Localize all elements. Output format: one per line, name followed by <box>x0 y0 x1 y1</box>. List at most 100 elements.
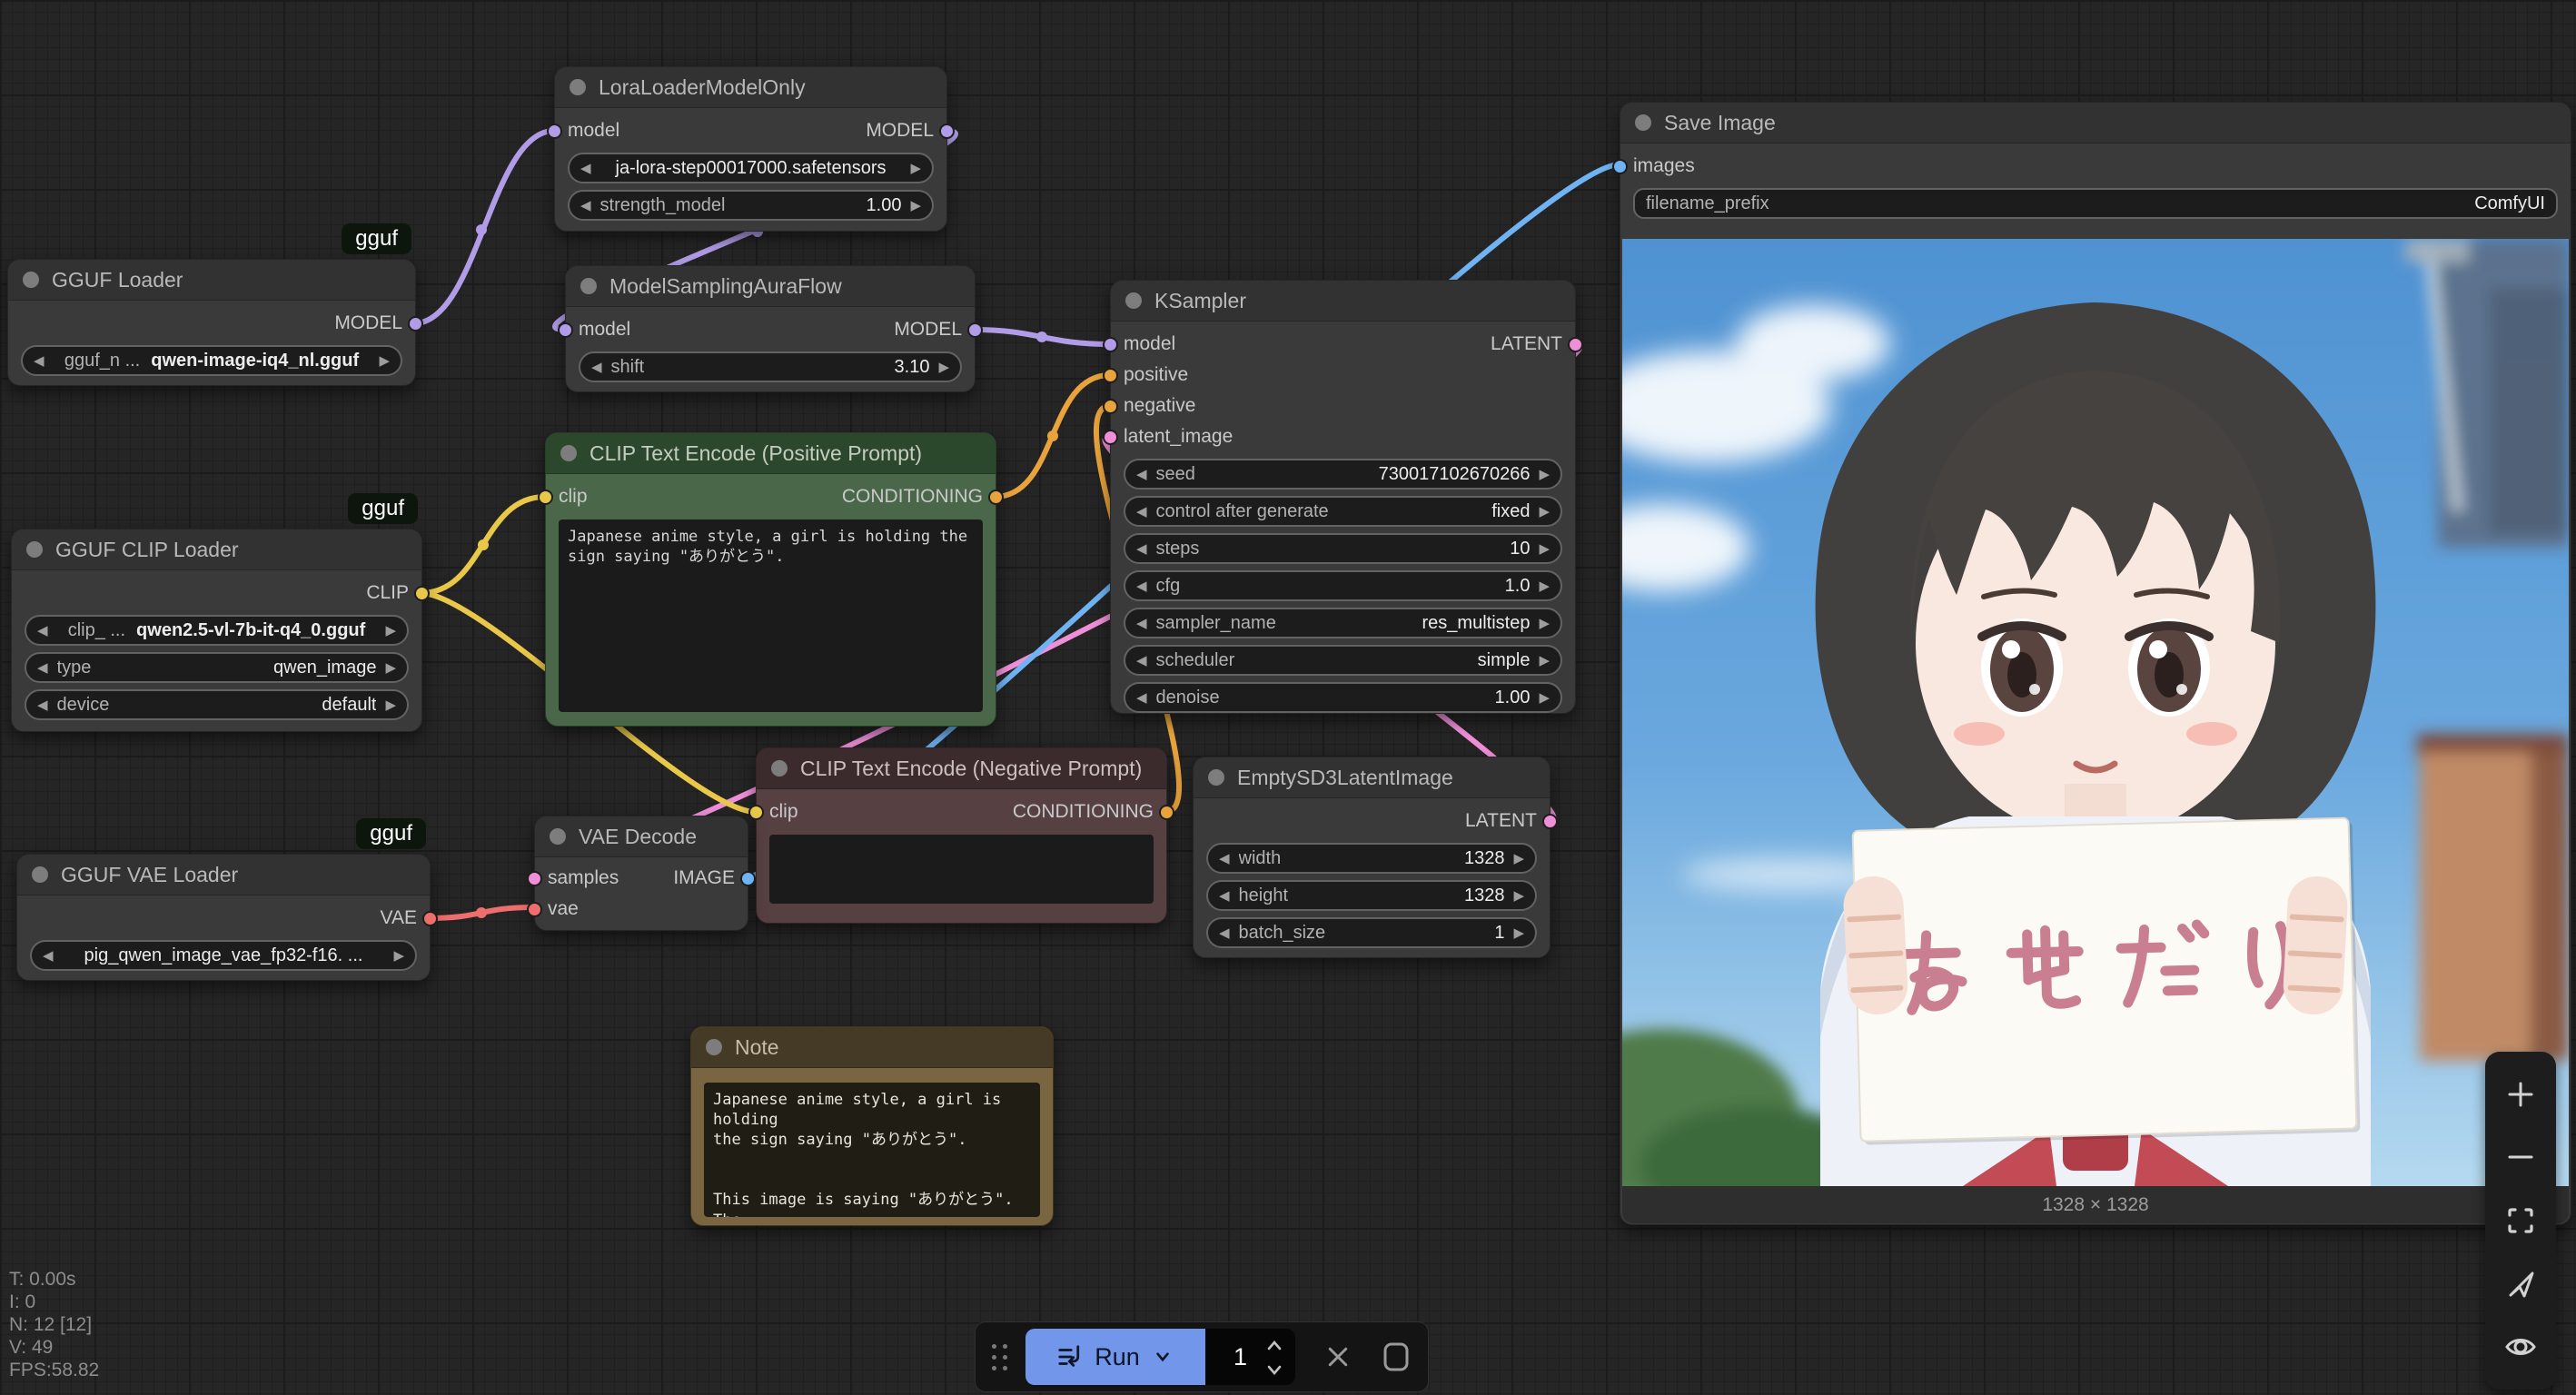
vae-input-port[interactable] <box>527 902 542 917</box>
node-gguf-vae-loader[interactable]: gguf GGUF VAE Loader VAE ◀ pig_qwen_imag… <box>16 854 431 981</box>
seed-widget[interactable]: ◀ seed730017102670266 ▶ <box>1124 459 1562 490</box>
widget-right-arrow[interactable]: ▶ <box>393 949 404 963</box>
node-header[interactable]: Save Image <box>1620 103 2571 143</box>
widget-left-arrow[interactable]: ◀ <box>37 661 48 675</box>
widget-left-arrow[interactable]: ◀ <box>1219 852 1230 866</box>
negative-input-port[interactable] <box>1103 399 1118 414</box>
widget-right-arrow[interactable]: ▶ <box>938 361 949 374</box>
widget-right-arrow[interactable]: ▶ <box>385 698 396 712</box>
run-button[interactable]: Run <box>1025 1329 1205 1385</box>
model-input-port[interactable] <box>558 322 573 338</box>
widget-left-arrow[interactable]: ◀ <box>1136 691 1147 705</box>
node-header[interactable]: ModelSamplingAuraFlow <box>566 266 975 307</box>
widget-left-arrow[interactable]: ◀ <box>43 949 54 963</box>
widget-right-arrow[interactable]: ▶ <box>1539 542 1550 556</box>
pan-navigate-icon[interactable] <box>2502 1266 2539 1302</box>
image-output-port[interactable] <box>740 871 756 886</box>
model-output-port[interactable] <box>967 322 983 338</box>
node-canvas[interactable]: gguf GGUF Loader MODEL ◀ gguf_n ... qwen… <box>0 0 2576 1395</box>
node-header[interactable]: GGUF VAE Loader <box>17 855 430 895</box>
images-input-port[interactable] <box>1612 159 1628 174</box>
cancel-run-button[interactable] <box>1324 1343 1352 1370</box>
widget-left-arrow[interactable]: ◀ <box>1136 468 1147 481</box>
gguf-name-widget[interactable]: ◀ gguf_n ... qwen-image-iq4_nl.gguf ▶ <box>21 345 402 376</box>
clip-name-widget[interactable]: ◀ clip_ ... qwen2.5-vl-7b-it-q4_0.gguf ▶ <box>25 615 409 646</box>
control-after-generate-widget[interactable]: ◀ control after generatefixed ▶ <box>1124 496 1562 527</box>
widget-left-arrow[interactable]: ◀ <box>1219 926 1230 940</box>
latent-output-port[interactable] <box>1568 337 1583 352</box>
node-header[interactable]: KSampler <box>1111 281 1575 322</box>
widget-right-arrow[interactable]: ▶ <box>385 661 396 675</box>
negative-prompt-textarea[interactable] <box>769 835 1154 904</box>
eye-visibility-icon[interactable] <box>2502 1329 2539 1365</box>
node-model-sampling-auraflow[interactable]: ModelSamplingAuraFlow model MODEL ◀ shif… <box>565 265 976 392</box>
filename-prefix-widget[interactable]: filename_prefixComfyUI <box>1633 188 2558 219</box>
widget-right-arrow[interactable]: ▶ <box>1513 852 1524 866</box>
node-gguf-clip-loader[interactable]: gguf GGUF CLIP Loader CLIP ◀ clip_ ... q… <box>11 529 422 732</box>
strength-model-widget[interactable]: ◀ strength_model 1.00 ▶ <box>568 190 934 221</box>
widget-left-arrow[interactable]: ◀ <box>1136 654 1147 668</box>
node-header[interactable]: GGUF CLIP Loader <box>12 529 421 570</box>
widget-left-arrow[interactable]: ◀ <box>1136 542 1147 556</box>
widget-left-arrow[interactable]: ◀ <box>580 162 591 175</box>
model-input-port[interactable] <box>1103 337 1118 352</box>
widget-left-arrow[interactable]: ◀ <box>37 698 48 712</box>
samples-input-port[interactable] <box>527 871 542 886</box>
node-header[interactable]: CLIP Text Encode (Positive Prompt) <box>546 433 996 474</box>
latent-output-port[interactable] <box>1542 814 1558 829</box>
node-header[interactable]: GGUF Loader <box>8 260 415 301</box>
node-gguf-loader[interactable]: gguf GGUF Loader MODEL ◀ gguf_n ... qwen… <box>7 259 416 386</box>
conditioning-output-port[interactable] <box>988 490 1004 505</box>
toolbar-drag-handle[interactable] <box>992 1344 1007 1370</box>
vae-output-port[interactable] <box>422 911 438 926</box>
sampler-name-widget[interactable]: ◀ sampler_nameres_multistep ▶ <box>1124 608 1562 638</box>
clip-input-port[interactable] <box>748 805 764 820</box>
positive-input-port[interactable] <box>1103 368 1118 383</box>
widget-right-arrow[interactable]: ▶ <box>1513 926 1524 940</box>
widget-right-arrow[interactable]: ▶ <box>1539 691 1550 705</box>
model-output-port[interactable] <box>939 124 955 139</box>
scheduler-widget[interactable]: ◀ schedulersimple ▶ <box>1124 645 1562 676</box>
node-vae-decode[interactable]: VAE Decode samples IMAGE vae <box>534 816 748 931</box>
batch-size-widget[interactable]: ◀ batch_size1 ▶ <box>1206 917 1537 948</box>
widget-left-arrow[interactable]: ◀ <box>1136 617 1147 630</box>
note-textarea[interactable]: Japanese anime style, a girl is holding … <box>704 1083 1040 1217</box>
lora-name-widget[interactable]: ◀ ja-lora-step00017000.safetensors ▶ <box>568 153 934 183</box>
node-header[interactable]: CLIP Text Encode (Negative Prompt) <box>757 748 1166 789</box>
stop-button[interactable] <box>1381 1341 1412 1373</box>
widget-right-arrow[interactable]: ▶ <box>910 162 921 175</box>
node-empty-sd3-latent-image[interactable]: EmptySD3LatentImage LATENT ◀ width1328 ▶… <box>1193 757 1551 958</box>
count-up-down-icons[interactable] <box>1263 1336 1286 1380</box>
fit-view-icon[interactable] <box>2502 1202 2539 1239</box>
node-header[interactable]: VAE Decode <box>535 816 748 857</box>
type-widget[interactable]: ◀ type qwen_image ▶ <box>25 652 409 683</box>
widget-right-arrow[interactable]: ▶ <box>379 354 390 368</box>
widget-right-arrow[interactable]: ▶ <box>1539 579 1550 593</box>
cfg-widget[interactable]: ◀ cfg1.0 ▶ <box>1124 570 1562 601</box>
node-note[interactable]: Note Japanese anime style, a girl is hol… <box>690 1026 1054 1226</box>
steps-widget[interactable]: ◀ steps10 ▶ <box>1124 533 1562 564</box>
node-header[interactable]: LoraLoaderModelOnly <box>555 67 946 108</box>
shift-widget[interactable]: ◀ shift 3.10 ▶ <box>579 351 962 382</box>
widget-left-arrow[interactable]: ◀ <box>1219 889 1230 903</box>
widget-left-arrow[interactable]: ◀ <box>580 199 591 213</box>
node-header[interactable]: EmptySD3LatentImage <box>1194 757 1550 798</box>
zoom-in-icon[interactable] <box>2502 1076 2539 1113</box>
widget-right-arrow[interactable]: ▶ <box>1539 505 1550 519</box>
model-output-port[interactable] <box>408 316 423 331</box>
denoise-widget[interactable]: ◀ denoise1.00 ▶ <box>1124 682 1562 713</box>
node-clip-text-encode-negative[interactable]: CLIP Text Encode (Negative Prompt) clip … <box>756 747 1167 924</box>
clip-input-port[interactable] <box>538 490 553 505</box>
zoom-out-icon[interactable] <box>2502 1139 2539 1175</box>
widget-left-arrow[interactable]: ◀ <box>37 624 48 638</box>
height-widget[interactable]: ◀ height1328 ▶ <box>1206 880 1537 911</box>
widget-right-arrow[interactable]: ▶ <box>385 624 396 638</box>
widget-left-arrow[interactable]: ◀ <box>591 361 602 374</box>
widget-right-arrow[interactable]: ▶ <box>1539 654 1550 668</box>
latent-image-input-port[interactable] <box>1103 430 1118 445</box>
widget-right-arrow[interactable]: ▶ <box>1539 617 1550 630</box>
clip-output-port[interactable] <box>414 586 430 601</box>
device-widget[interactable]: ◀ device default ▶ <box>25 689 409 720</box>
node-save-image[interactable]: Save Image images filename_prefixComfyUI <box>1620 102 2571 1225</box>
widget-right-arrow[interactable]: ▶ <box>1539 468 1550 481</box>
